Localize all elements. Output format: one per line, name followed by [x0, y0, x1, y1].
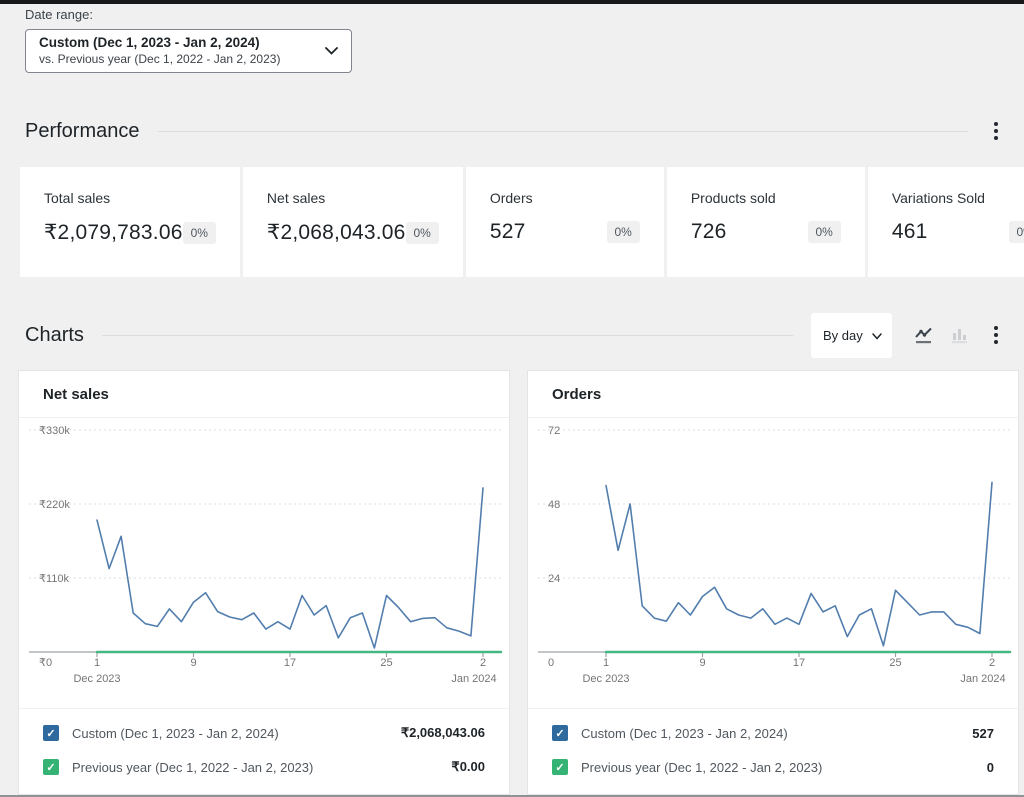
date-range-secondary: vs. Previous year (Dec 1, 2022 - Jan 2, … [39, 52, 280, 68]
svg-text:48: 48 [548, 499, 560, 511]
delta-badge: 0% [607, 221, 640, 243]
svg-text:1: 1 [603, 657, 609, 669]
chevron-down-icon [872, 328, 882, 343]
legend-label: Custom (Dec 1, 2023 - Jan 2, 2024) [581, 726, 959, 741]
svg-text:₹220k: ₹220k [39, 499, 70, 511]
chart-type-toggle [914, 325, 970, 345]
legend-value: ₹2,068,043.06 [401, 725, 485, 741]
summary-card-net-sales[interactable]: Net sales ₹2,068,043.06 0% [243, 167, 463, 277]
svg-text:25: 25 [889, 657, 901, 669]
summary-card-value: ₹2,068,043.06 [267, 220, 406, 245]
legend-item-previous-year[interactable]: ✓ Previous year (Dec 1, 2022 - Jan 2, 20… [19, 750, 509, 784]
svg-text:2: 2 [989, 657, 995, 669]
orders-chart-card: Orders 0 24 48 72 1 Dec 2023 9 17 25 2 Jan 2024 ✓ … [527, 370, 1019, 795]
svg-text:₹110k: ₹110k [39, 573, 70, 585]
interval-dropdown[interactable]: By day [811, 313, 892, 358]
legend-value: 0 [987, 760, 994, 775]
divider [158, 131, 969, 132]
svg-text:17: 17 [284, 657, 296, 669]
legend-item-custom[interactable]: ✓ Custom (Dec 1, 2023 - Jan 2, 2024) ₹2,… [19, 716, 509, 750]
svg-text:2: 2 [480, 657, 486, 669]
summary-card-value: 726 [691, 220, 727, 244]
svg-text:25: 25 [380, 657, 392, 669]
checkbox-checked-icon[interactable]: ✓ [552, 759, 568, 775]
delta-badge: 0% [183, 222, 216, 244]
summary-card-products-sold[interactable]: Products sold 726 0% [667, 167, 865, 277]
charts-title: Charts [25, 324, 84, 347]
summary-card-label: Orders [490, 190, 640, 206]
legend-label: Previous year (Dec 1, 2022 - Jan 2, 2023… [581, 760, 974, 775]
chart-title: Orders [528, 371, 1018, 418]
svg-text:1: 1 [94, 657, 100, 669]
summary-card-label: Products sold [691, 190, 841, 206]
chart-legend: ✓ Custom (Dec 1, 2023 - Jan 2, 2024) 527… [528, 708, 1018, 794]
summary-card-label: Net sales [267, 190, 439, 206]
date-range-dropdown-text: Custom (Dec 1, 2023 - Jan 2, 2024) vs. P… [39, 34, 280, 68]
chart-title: Net sales [19, 371, 509, 418]
charts-section-header: Charts By day [25, 311, 1006, 359]
svg-text:72: 72 [548, 425, 560, 437]
legend-item-previous-year[interactable]: ✓ Previous year (Dec 1, 2022 - Jan 2, 20… [528, 750, 1018, 784]
net-sales-chart[interactable]: ₹0 ₹110k ₹220k ₹330k 1 Dec 2023 9 17 25 2 Jan 2024 [19, 418, 509, 696]
svg-text:Dec 2023: Dec 2023 [582, 673, 629, 685]
svg-text:Dec 2023: Dec 2023 [73, 673, 120, 685]
window-top-edge [0, 0, 1024, 4]
svg-text:17: 17 [793, 657, 805, 669]
summary-card-label: Variations Sold [892, 190, 1024, 206]
summary-card-value: 527 [490, 220, 526, 244]
checkbox-checked-icon[interactable]: ✓ [43, 759, 59, 775]
svg-text:Jan 2024: Jan 2024 [451, 673, 496, 685]
summary-card-label: Total sales [44, 190, 216, 206]
delta-badge: 0% [1009, 221, 1024, 243]
summary-card-orders[interactable]: Orders 527 0% [466, 167, 664, 277]
date-range-label: Date range: [25, 7, 93, 22]
delta-badge: 0% [808, 221, 841, 243]
svg-text:9: 9 [699, 657, 705, 669]
svg-text:0: 0 [548, 657, 554, 669]
summary-card-total-sales[interactable]: Total sales ₹2,079,783.06 0% [20, 167, 240, 277]
line-chart-icon[interactable] [914, 325, 934, 345]
performance-section-header: Performance [25, 113, 1006, 149]
svg-text:9: 9 [190, 657, 196, 669]
chart-legend: ✓ Custom (Dec 1, 2023 - Jan 2, 2024) ₹2,… [19, 708, 509, 794]
checkbox-checked-icon[interactable]: ✓ [552, 725, 568, 741]
summary-card-value: ₹2,079,783.06 [44, 220, 183, 245]
checkbox-checked-icon[interactable]: ✓ [43, 725, 59, 741]
kebab-menu-icon[interactable] [986, 116, 1006, 146]
summary-cards-row: Total sales ₹2,079,783.06 0% Net sales ₹… [20, 167, 1024, 277]
svg-text:₹330k: ₹330k [39, 425, 70, 437]
chevron-down-icon [325, 42, 338, 60]
kebab-menu-icon[interactable] [986, 320, 1006, 350]
bar-chart-icon[interactable] [950, 325, 970, 345]
svg-text:Jan 2024: Jan 2024 [960, 673, 1005, 685]
net-sales-chart-card: Net sales ₹0 ₹110k ₹220k ₹330k 1 Dec 2023 9 17 2… [18, 370, 510, 795]
summary-card-value: 461 [892, 220, 928, 244]
orders-chart[interactable]: 0 24 48 72 1 Dec 2023 9 17 25 2 Jan 2024 [528, 418, 1018, 696]
delta-badge: 0% [406, 222, 439, 244]
legend-item-custom[interactable]: ✓ Custom (Dec 1, 2023 - Jan 2, 2024) 527 [528, 716, 1018, 750]
interval-dropdown-value: By day [823, 328, 863, 343]
legend-value: 527 [972, 726, 994, 741]
summary-card-variations-sold[interactable]: Variations Sold 461 0% [868, 167, 1024, 277]
legend-value: ₹0.00 [451, 759, 485, 775]
date-range-dropdown[interactable]: Custom (Dec 1, 2023 - Jan 2, 2024) vs. P… [25, 29, 352, 73]
legend-label: Previous year (Dec 1, 2022 - Jan 2, 2023… [72, 760, 438, 775]
divider [102, 335, 793, 336]
date-range-primary: Custom (Dec 1, 2023 - Jan 2, 2024) [39, 34, 280, 52]
performance-title: Performance [25, 120, 140, 143]
legend-label: Custom (Dec 1, 2023 - Jan 2, 2024) [72, 726, 388, 741]
svg-text:24: 24 [548, 573, 560, 585]
svg-text:₹0: ₹0 [39, 657, 52, 669]
